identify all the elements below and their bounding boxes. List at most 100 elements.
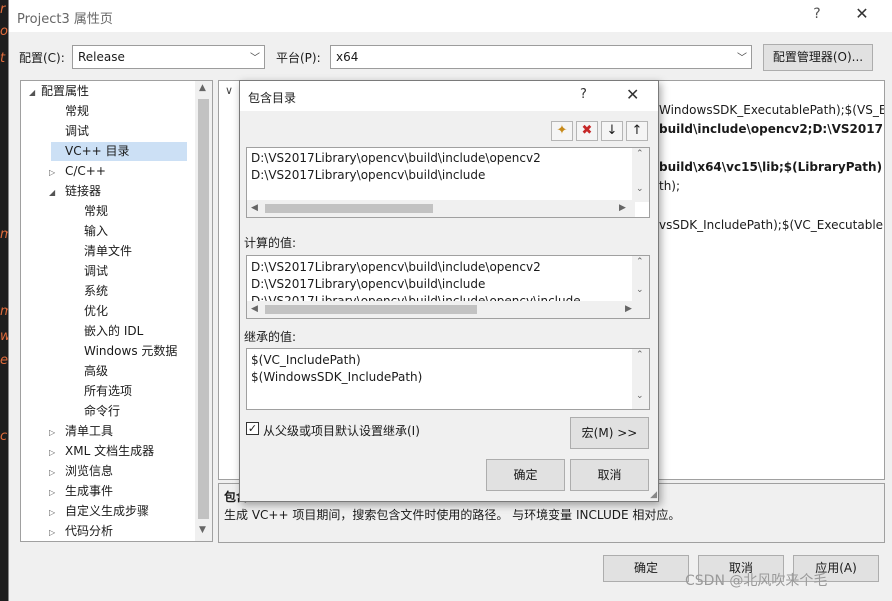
inherited-value: $(WindowsSDK_IncludePath) (251, 370, 423, 384)
tree-scrollbar[interactable]: ▲ ▼ (195, 81, 212, 541)
horizontal-scrollbar[interactable]: ◀ ▶ (247, 301, 649, 318)
expand-toggle-icon[interactable]: ▷ (49, 163, 61, 182)
tree-item[interactable]: 调试 (65, 122, 89, 141)
editor-glyph: m (0, 228, 8, 242)
tree-item-label: 清单文件 (84, 244, 133, 258)
config-manager-button[interactable]: 配置管理器(O)... (763, 44, 873, 71)
scroll-down-icon[interactable]: ⌄ (636, 285, 644, 295)
expand-toggle-icon[interactable]: ▷ (49, 503, 61, 522)
expand-toggle-icon[interactable]: ◢ (29, 83, 41, 102)
tree-item-label: 配置属性 (41, 84, 90, 98)
expand-toggle-icon[interactable]: ◢ (49, 183, 61, 202)
tree-item[interactable]: ▷ C/C++ (49, 162, 106, 181)
tree-item[interactable]: 命令行 (84, 402, 120, 421)
tree-item[interactable]: ▷ 清单工具 (49, 422, 113, 441)
tree-item[interactable]: 输入 (84, 222, 108, 241)
tree-item[interactable]: 优化 (84, 302, 108, 321)
scroll-down-icon[interactable]: ⌄ (636, 391, 644, 401)
horizontal-scrollbar[interactable]: ◀ ▶ (247, 200, 635, 217)
include-paths-list[interactable]: D:\VS2017Library\opencv\build\include\op… (246, 147, 650, 218)
chevron-down-icon: ﹀ (737, 53, 747, 64)
tree-item-label: XML 文档生成器 (65, 444, 155, 458)
config-value: Release (78, 50, 125, 64)
editor-glyph: e (0, 354, 8, 368)
property-value[interactable]: th); (659, 179, 680, 193)
title-bar: Project3 属性页 ? ✕ (9, 0, 892, 32)
help-icon[interactable]: ? (805, 6, 829, 26)
tree-item-selected[interactable]: VC++ 目录 (51, 142, 187, 161)
tree-item[interactable]: ▷ 代码分析 (49, 522, 113, 541)
vertical-scrollbar[interactable]: ⌃ ⌄ (632, 256, 649, 303)
tree-item[interactable]: 调试 (84, 262, 108, 281)
property-value[interactable]: WindowsSDK_ExecutablePath);$(VS_E (659, 103, 884, 117)
scroll-up-icon[interactable]: ▲ (199, 83, 206, 93)
tree-item[interactable]: ▷ 自定义生成步骤 (49, 502, 149, 521)
new-line-icon[interactable]: ✦ (551, 121, 573, 141)
config-select[interactable]: Release ﹀ (72, 45, 265, 69)
move-down-icon[interactable]: ↓ (601, 121, 623, 141)
tree-item-label: 调试 (65, 124, 90, 138)
tree-item[interactable]: 常规 (84, 202, 108, 221)
inherit-checkbox-label[interactable]: 从父级或项目默认设置继承(I) (263, 422, 420, 439)
expand-toggle-icon[interactable]: ▷ (49, 443, 61, 462)
computed-values-label: 计算的值: (244, 236, 297, 250)
scroll-left-icon[interactable]: ◀ (251, 304, 258, 314)
vertical-scrollbar[interactable]: ⌃ ⌄ (632, 349, 649, 409)
property-value[interactable]: build\x64\vc15\lib;$(LibraryPath) (659, 160, 882, 174)
platform-label: 平台(P): (276, 51, 321, 65)
tree-item-label: 优化 (84, 304, 109, 318)
expand-toggle-icon[interactable]: ▷ (49, 523, 61, 541)
scroll-up-icon[interactable]: ⌃ (636, 257, 644, 267)
tree-item[interactable]: 所有选项 (84, 382, 132, 401)
scroll-left-icon[interactable]: ◀ (251, 203, 258, 213)
platform-value: x64 (336, 50, 359, 64)
tree-item[interactable]: ◢ 链接器 (49, 182, 101, 201)
watermark: CSDN @北风吹来个毛 (685, 573, 828, 589)
tree-item[interactable]: ▷ 生成事件 (49, 482, 113, 501)
platform-select[interactable]: x64 ﹀ (330, 45, 752, 69)
tree-item[interactable]: 系统 (84, 282, 108, 301)
tree-item[interactable]: 常规 (65, 102, 89, 121)
inherit-checkbox[interactable]: ✓ (246, 422, 259, 435)
chevron-down-icon: ﹀ (250, 53, 260, 64)
vertical-scrollbar[interactable]: ⌃ ⌄ (632, 148, 649, 202)
scroll-right-icon[interactable]: ▶ (619, 203, 626, 213)
scroll-thumb[interactable] (198, 99, 209, 519)
help-icon[interactable]: ? (580, 87, 587, 102)
expand-toggle-icon[interactable]: ▷ (49, 423, 61, 442)
scroll-thumb[interactable] (265, 305, 477, 314)
dialog-cancel-button[interactable]: 取消 (570, 459, 649, 491)
tree-item[interactable]: ▷ XML 文档生成器 (49, 442, 154, 461)
dialog-ok-button[interactable]: 确定 (486, 459, 565, 491)
close-icon[interactable]: ✕ (849, 4, 875, 28)
tree-item[interactable]: ▷ 浏览信息 (49, 462, 113, 481)
macros-button[interactable]: 宏(M) >> (570, 417, 649, 449)
scroll-up-icon[interactable]: ⌃ (636, 350, 644, 360)
scroll-down-icon[interactable]: ⌄ (636, 184, 644, 194)
expand-toggle-icon[interactable]: ▷ (49, 483, 61, 502)
delete-icon[interactable]: ✖ (576, 121, 598, 141)
scroll-thumb[interactable] (265, 204, 433, 213)
collapse-icon[interactable]: ∨ (225, 84, 233, 97)
scroll-up-icon[interactable]: ⌃ (636, 149, 644, 159)
include-path-entry[interactable]: D:\VS2017Library\opencv\build\include\op… (251, 151, 541, 165)
resize-grip-icon[interactable]: ◢ (650, 490, 657, 500)
include-path-entry[interactable]: D:\VS2017Library\opencv\build\include (251, 168, 485, 182)
computed-values-list: D:\VS2017Library\opencv\build\include\op… (246, 255, 650, 319)
ok-button[interactable]: 确定 (603, 555, 689, 582)
property-value[interactable]: build\include\opencv2;D:\VS2017Li (659, 122, 884, 136)
tree-item[interactable]: Windows 元数据 (84, 342, 177, 361)
move-up-icon[interactable]: ↑ (626, 121, 648, 141)
tree-item-label: 链接器 (65, 184, 102, 198)
expand-toggle-icon[interactable]: ▷ (49, 463, 61, 482)
scroll-right-icon[interactable]: ▶ (625, 304, 632, 314)
editor-glyph: r (0, 3, 6, 17)
tree-item[interactable]: ◢ 配置属性 (29, 82, 89, 101)
close-icon[interactable]: ✕ (626, 85, 639, 104)
scroll-down-icon[interactable]: ▼ (199, 525, 206, 535)
tree-item[interactable]: 嵌入的 IDL (84, 322, 143, 341)
tree-item[interactable]: 高级 (84, 362, 108, 381)
config-label: 配置(C): (19, 51, 65, 65)
tree-item[interactable]: 清单文件 (84, 242, 132, 261)
property-value[interactable]: vsSDK_IncludePath);$(VC_ExecutablePa (659, 218, 884, 232)
